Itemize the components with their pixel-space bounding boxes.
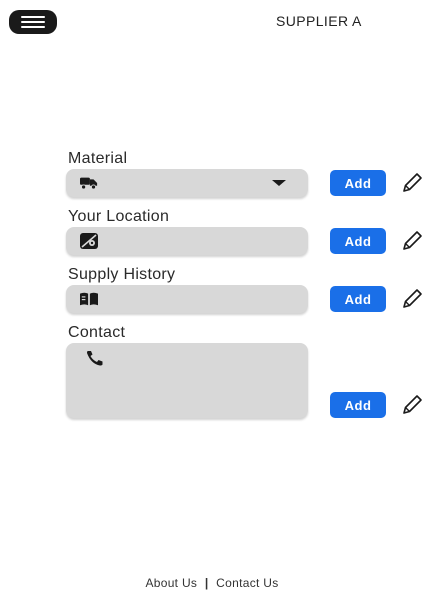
location-field[interactable] [66, 227, 308, 255]
pencil-icon[interactable] [400, 229, 424, 253]
add-supply-history-button[interactable]: Add [330, 286, 386, 312]
book-icon [80, 292, 98, 306]
add-contact-button[interactable]: Add [330, 392, 386, 418]
chevron-down-icon[interactable] [272, 180, 286, 186]
contact-textarea[interactable] [66, 343, 308, 418]
material-label: Material [68, 150, 128, 167]
supply-history-field[interactable] [66, 285, 308, 313]
map-location-icon [80, 233, 98, 249]
menu-bar [21, 21, 45, 23]
footer-separator: | [204, 576, 209, 590]
hamburger-menu-icon[interactable] [9, 10, 57, 34]
supplier-page: SUPPLIER A Material Add Your Location Ad… [0, 0, 424, 590]
truck-icon [80, 177, 98, 190]
footer: About Us | Contact Us [0, 576, 424, 590]
menu-bar [21, 16, 45, 18]
add-location-button[interactable]: Add [330, 228, 386, 254]
supply-history-label: Supply History [68, 266, 176, 283]
contact-us-link[interactable]: Contact Us [216, 576, 278, 590]
pencil-icon[interactable] [400, 287, 424, 311]
menu-bar [21, 26, 45, 28]
supplier-name: SUPPLIER A [276, 13, 362, 29]
location-label: Your Location [68, 208, 170, 225]
contact-label: Contact [68, 324, 126, 341]
material-select[interactable] [66, 169, 308, 197]
phone-icon [87, 351, 103, 366]
about-us-link[interactable]: About Us [145, 576, 197, 590]
pencil-icon[interactable] [400, 171, 424, 195]
add-material-button[interactable]: Add [330, 170, 386, 196]
pencil-icon[interactable] [400, 393, 424, 417]
